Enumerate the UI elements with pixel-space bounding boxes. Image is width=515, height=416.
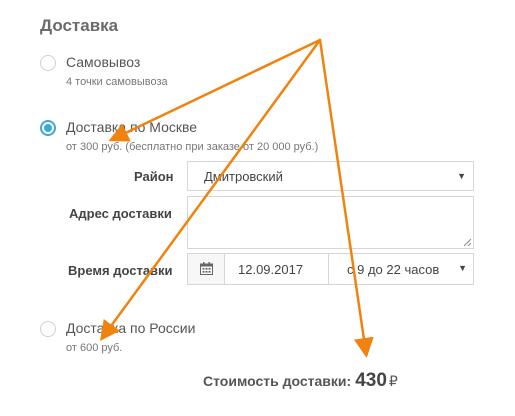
option-moscow-label[interactable]: Доставка по Москве [66,119,197,135]
option-russia-sub: от 600 руб. [66,342,123,354]
address-label: Адрес доставки [69,206,172,221]
time-label: Время доставки [68,263,173,278]
delivery-cost: Стоимость доставки: 430 ₽ [203,370,398,392]
district-value: Дмитровский [204,169,283,184]
radio-russia[interactable] [40,321,56,337]
calendar-button[interactable] [188,254,225,284]
radio-moscow[interactable] [40,120,56,136]
option-pickup-sub: 4 точки самовывоза [66,76,168,88]
cost-value: 430 [355,370,387,391]
option-moscow-sub: от 300 руб. (бесплатно при заказе от 20 … [66,141,319,153]
option-pickup-label[interactable]: Самовывоз [66,54,140,70]
address-textarea[interactable] [187,196,474,249]
option-russia-label[interactable]: Доставка по России [66,320,195,336]
date-input[interactable]: 12.09.2017 [238,262,303,277]
chevron-down-icon: ▼ [457,171,466,181]
cost-label: Стоимость доставки: [203,373,352,389]
district-label: Район [134,169,174,184]
radio-pickup[interactable] [40,55,56,71]
resize-grip-icon[interactable] [463,238,471,246]
date-time-group: 12.09.2017 с 9 до 22 часов ▼ [187,253,474,285]
district-select[interactable]: Дмитровский ▼ [187,161,474,191]
delivery-panel: Доставка Самовывоз 4 точки самовывоза До… [0,0,515,416]
time-select[interactable]: с 9 до 22 часов ▼ [328,254,474,284]
ruble-icon: ₽ [388,373,398,389]
section-title: Доставка [40,16,119,35]
time-value: с 9 до 22 часов [347,262,440,277]
calendar-icon [200,262,213,275]
chevron-down-icon: ▼ [458,263,467,273]
